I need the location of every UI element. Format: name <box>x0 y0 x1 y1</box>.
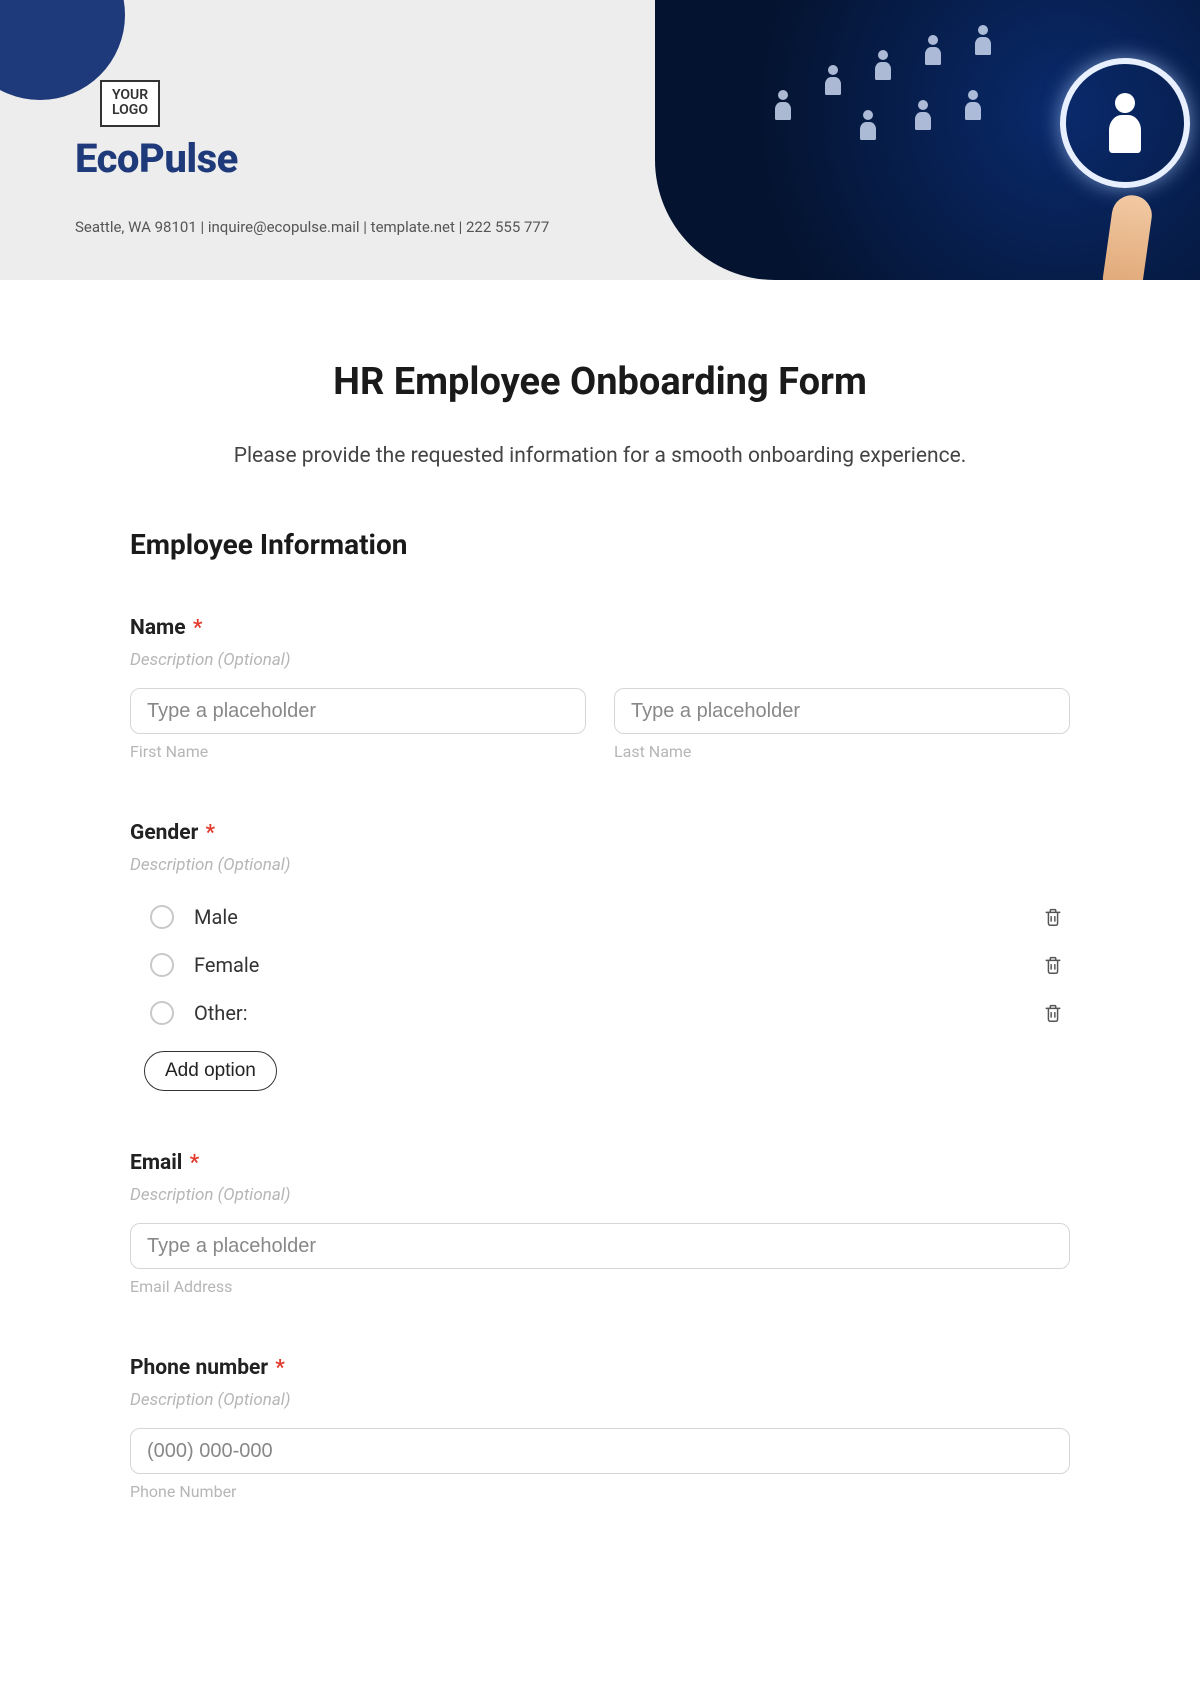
phone-label-text: Phone number <box>130 1356 268 1380</box>
hero-image <box>655 0 1200 280</box>
field-gender: Gender * Description (Optional) Male Fem… <box>130 821 1070 1091</box>
form-intro: Please provide the requested information… <box>130 444 1070 468</box>
option-label: Male <box>194 905 238 929</box>
section-title: Employee Information <box>130 528 1070 561</box>
last-name-input[interactable] <box>614 688 1070 734</box>
logo-placeholder: YOUR LOGO <box>100 80 160 127</box>
phone-label: Phone number * <box>130 1356 1070 1380</box>
person-icon <box>1109 93 1141 153</box>
option-label: Other: <box>194 1001 248 1025</box>
required-mark: * <box>193 616 203 640</box>
first-name-input[interactable] <box>130 688 586 734</box>
last-name-sublabel: Last Name <box>614 742 1070 761</box>
required-mark: * <box>206 821 216 845</box>
option-label: Female <box>194 953 259 977</box>
field-phone: Phone number * Description (Optional) Ph… <box>130 1356 1070 1501</box>
gender-label-text: Gender <box>130 821 198 845</box>
field-email: Email * Description (Optional) Email Add… <box>130 1151 1070 1296</box>
gender-option-male[interactable]: Male <box>130 893 1070 941</box>
phone-sublabel: Phone Number <box>130 1482 1070 1501</box>
contact-info: Seattle, WA 98101 | inquire@ecopulse.mai… <box>75 218 549 236</box>
field-name: Name * Description (Optional) First Name… <box>130 616 1070 761</box>
required-mark: * <box>190 1151 200 1175</box>
first-name-sublabel: First Name <box>130 742 586 761</box>
name-description[interactable]: Description (Optional) <box>130 650 1070 670</box>
logo-text-line2: LOGO <box>112 103 148 118</box>
email-input[interactable] <box>130 1223 1070 1269</box>
gender-option-other[interactable]: Other: <box>130 989 1070 1037</box>
gender-label: Gender * <box>130 821 1070 845</box>
phone-description[interactable]: Description (Optional) <box>130 1390 1070 1410</box>
email-label: Email * <box>130 1151 1070 1175</box>
trash-icon[interactable] <box>1042 1001 1064 1025</box>
trash-icon[interactable] <box>1042 905 1064 929</box>
gender-description[interactable]: Description (Optional) <box>130 855 1070 875</box>
brand-name: EcoPulse <box>75 135 238 182</box>
add-option-button[interactable]: Add option <box>144 1051 277 1091</box>
trash-icon[interactable] <box>1042 953 1064 977</box>
required-mark: * <box>275 1356 285 1380</box>
name-label-text: Name <box>130 616 186 640</box>
email-description[interactable]: Description (Optional) <box>130 1185 1070 1205</box>
email-sublabel: Email Address <box>130 1277 1070 1296</box>
gender-option-female[interactable]: Female <box>130 941 1070 989</box>
radio-icon[interactable] <box>150 1001 174 1025</box>
phone-input[interactable] <box>130 1428 1070 1474</box>
email-label-text: Email <box>130 1151 182 1175</box>
header-banner: YOUR LOGO EcoPulse Seattle, WA 98101 | i… <box>0 0 1200 280</box>
logo-text-line1: YOUR <box>112 88 148 103</box>
highlight-circle-icon <box>1060 58 1190 188</box>
radio-icon[interactable] <box>150 905 174 929</box>
name-label: Name * <box>130 616 1070 640</box>
form-main: HR Employee Onboarding Form Please provi… <box>0 280 1200 1541</box>
radio-icon[interactable] <box>150 953 174 977</box>
page-title: HR Employee Onboarding Form <box>130 360 1070 404</box>
